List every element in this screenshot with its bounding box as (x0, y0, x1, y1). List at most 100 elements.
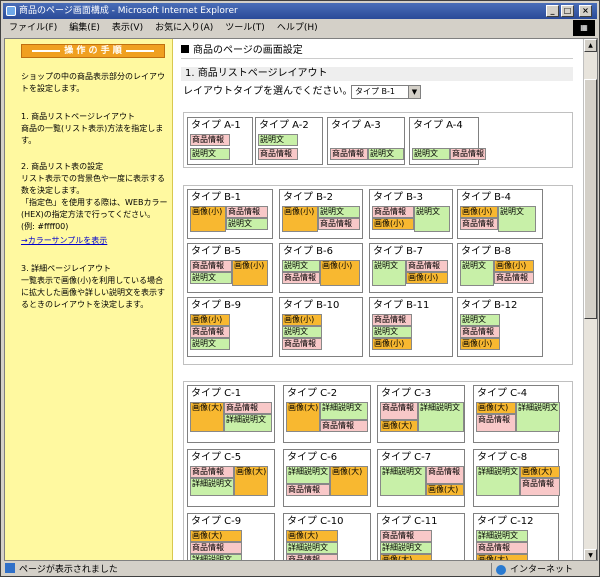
layout-block-0: 画像(大) (476, 402, 516, 414)
layout-card-title: タイプ B-7 (373, 246, 424, 257)
layout-block-2: 詳細説明文 (224, 414, 272, 432)
layout-card-c-7[interactable]: タイプ C-7 詳細説明文 商品情報 画像(大) (377, 449, 465, 507)
layout-card-title: タイプ A-3 (331, 120, 381, 131)
page-loaded-icon (5, 563, 15, 573)
vertical-scrollbar[interactable]: ▲ ▼ (583, 39, 597, 560)
scroll-thumb[interactable] (584, 79, 597, 319)
layout-card-b-9[interactable]: タイプ B-9 画像(小) 商品情報 説明文 (187, 297, 273, 357)
layout-card-title: タイプ C-4 (477, 388, 528, 399)
color-sample-link[interactable]: →カラーサンプルを表示 (21, 236, 107, 245)
layout-block-1: 説明文 (372, 326, 412, 338)
layout-card-b-1[interactable]: タイプ B-1 画像(小) 商品情報 説明文 (187, 189, 273, 239)
layout-card-title: タイプ B-5 (191, 246, 242, 257)
globe-icon (496, 565, 506, 575)
layout-block-0: 画像(小) (282, 314, 322, 326)
layout-card-title: タイプ C-8 (477, 452, 528, 463)
page-title: 商品のページの画面設定 (181, 44, 573, 59)
layout-card-c-6[interactable]: タイプ C-6 詳細説明文 商品情報 画像(大) (283, 449, 371, 507)
layout-card-title: タイプ B-9 (191, 300, 242, 311)
layout-card-b-7[interactable]: タイプ B-7 説明文 商品情報 画像(小) (369, 243, 453, 293)
layout-card-c-3[interactable]: タイプ C-3 商品情報 画像(大) 詳細説明文 (377, 385, 465, 443)
menu-edit[interactable]: 編集(E) (63, 19, 106, 37)
menu-tools[interactable]: ツール(T) (219, 19, 271, 37)
layout-block-1: 説明文 (368, 148, 404, 160)
layout-block-1: 商品情報 (258, 148, 298, 160)
layout-card-c-8[interactable]: タイプ C-8 詳細説明文 画像(大) 商品情報 (473, 449, 560, 507)
menu-favorites[interactable]: お気に入り(A) (149, 19, 219, 37)
layout-card-title: タイプ B-1 (191, 192, 242, 203)
section-title-list-layout: 1. 商品リストページレイアウト (181, 67, 573, 81)
layout-block-0: 画像(大) (286, 402, 320, 432)
status-text: ページが表示されました (19, 565, 118, 575)
layout-block-0: 詳細説明文 (476, 466, 520, 496)
layout-card-b-10[interactable]: タイプ B-10 画像(小) 説明文 商品情報 (279, 297, 363, 357)
layout-block-1: 商品情報 (224, 402, 272, 414)
layout-block-2: 商品情報 (320, 420, 368, 432)
layout-card-title: タイプ C-6 (287, 452, 338, 463)
layout-card-b-2[interactable]: タイプ B-2 画像(小) 説明文 商品情報 (279, 189, 363, 239)
layout-block-1: 画像(大) (520, 466, 560, 478)
layout-block-0: 説明文 (460, 260, 494, 286)
layout-card-c-11[interactable]: タイプ C-11 商品情報 詳細説明文 画像(大) (377, 513, 465, 560)
layout-block-2: 商品情報 (282, 338, 322, 350)
layout-block-1: 商品情報 (460, 218, 498, 230)
layout-type-select[interactable]: タイプ B-1 ▼ (351, 85, 421, 99)
ie-app-icon (6, 6, 16, 16)
scroll-up-arrow-icon[interactable]: ▲ (584, 39, 597, 52)
layout-card-b-6[interactable]: タイプ B-6 説明文 商品情報 画像(小) (279, 243, 363, 293)
layout-card-3[interactable]: タイプ A-3 商品情報 説明文 (327, 117, 405, 165)
layout-card-1[interactable]: タイプ A-1 商品情報 説明文 (187, 117, 253, 165)
layout-card-b-4[interactable]: タイプ B-4 画像(小) 商品情報 説明文 (457, 189, 543, 239)
color-sample-link-wrap: →カラーサンプルを表示 (21, 235, 169, 247)
status-bar: ページが表示されました インターネット (3, 563, 599, 576)
layout-card-title: タイプ A-4 (413, 120, 463, 131)
layout-block-2: 詳細説明文 (418, 402, 464, 432)
layout-block-0: 画像(大) (190, 402, 224, 432)
menu-file[interactable]: ファイル(F) (3, 19, 63, 37)
layout-card-title: タイプ C-2 (287, 388, 338, 399)
layout-block-0: 詳細説明文 (380, 466, 426, 496)
layout-card-b-5[interactable]: タイプ B-5 商品情報 説明文 画像(小) (187, 243, 273, 293)
main-content: 商品のページの画面設定 1. 商品リストページレイアウト レイアウトタイプを選ん… (181, 39, 581, 560)
close-button[interactable]: × (579, 5, 592, 17)
layout-card-title: タイプ C-11 (381, 516, 438, 527)
layout-card-b-8[interactable]: タイプ B-8 説明文 画像(小) 商品情報 (457, 243, 543, 293)
layout-card-b-11[interactable]: タイプ B-11 商品情報 説明文 画像(小) (369, 297, 453, 357)
layout-block-0: 画像(小) (282, 206, 318, 232)
layout-block-0: 画像(大) (190, 530, 242, 542)
sidebar-heading: 操 作 の 手 順 (21, 44, 165, 58)
layout-block-0: 詳細説明文 (286, 466, 330, 484)
title-bar: 商品のページ画面構成 - Microsoft Internet Explorer… (3, 3, 597, 19)
layout-card-title: タイプ A-2 (259, 120, 309, 131)
layout-card-b-3[interactable]: タイプ B-3 商品情報 画像(小) 説明文 (369, 189, 453, 239)
layout-card-4[interactable]: タイプ A-4 説明文 商品情報 (409, 117, 486, 165)
layout-block-0: 画像(大) (286, 530, 338, 542)
window-title: 商品のページ画面構成 - Microsoft Internet Explorer (19, 6, 238, 16)
layout-card-c-1[interactable]: タイプ C-1 画像(大) 商品情報 詳細説明文 (187, 385, 275, 443)
layout-card-c-9[interactable]: タイプ C-9 画像(大) 商品情報 詳細説明文 (187, 513, 275, 560)
windows-logo-icon: ▦ (573, 20, 595, 36)
layout-block-2: 説明文 (190, 338, 230, 350)
layout-block-1: 商品情報 (476, 414, 516, 432)
chevron-down-icon: ▼ (408, 86, 420, 98)
maximize-button[interactable]: □ (561, 5, 574, 17)
scroll-down-arrow-icon[interactable]: ▼ (584, 549, 597, 560)
layout-block-2: 画像(大) (426, 484, 464, 496)
menu-view[interactable]: 表示(V) (106, 19, 149, 37)
layout-card-2[interactable]: タイプ A-2 説明文 商品情報 (255, 117, 323, 165)
minimize-button[interactable]: _ (546, 5, 559, 17)
layout-card-c-12[interactable]: タイプ C-12 詳細説明文 商品情報 画像(大) (473, 513, 559, 560)
menu-help[interactable]: ヘルプ(H) (271, 19, 324, 37)
layout-card-title: タイプ B-4 (461, 192, 512, 203)
layout-card-c-2[interactable]: タイプ C-2 画像(大) 詳細説明文 商品情報 (283, 385, 371, 443)
layout-block-2: 詳細説明文 (190, 554, 242, 560)
layout-card-title: タイプ C-12 (477, 516, 534, 527)
layout-card-c-10[interactable]: タイプ C-10 画像(大) 詳細説明文 商品情報 (283, 513, 371, 560)
security-zone: インターネット (491, 563, 599, 576)
layout-card-c-5[interactable]: タイプ C-5 商品情報 詳細説明文 画像(大) (187, 449, 275, 507)
layout-block-2: 画像(大) (234, 466, 268, 496)
layout-card-c-4[interactable]: タイプ C-4 画像(大) 商品情報 詳細説明文 (473, 385, 560, 443)
layout-block-1: 商品情報 (476, 542, 528, 554)
step1-title: 1. 商品リストページレイアウト (21, 112, 136, 121)
layout-card-b-12[interactable]: タイプ B-12 説明文 商品情報 画像(小) (457, 297, 543, 357)
